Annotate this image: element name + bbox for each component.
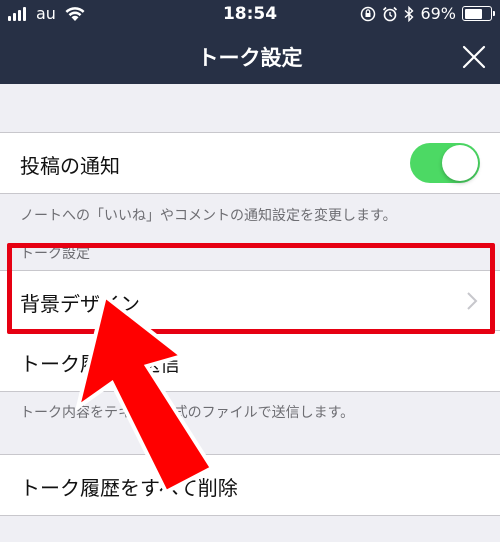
battery-percent: 69% <box>420 4 456 23</box>
divider <box>0 193 500 194</box>
send-history-row[interactable]: トーク履歴を送信 <box>0 331 500 391</box>
post-notification-toggle[interactable] <box>410 143 480 183</box>
highlight-box <box>7 243 495 334</box>
delete-history-row[interactable]: トーク履歴をすべて削除 <box>0 455 500 515</box>
bluetooth-icon <box>404 5 414 22</box>
delete-history-label: トーク履歴をすべて削除 <box>20 476 238 500</box>
toggle-knob <box>442 145 478 181</box>
post-notification-label: 投稿の通知 <box>20 154 120 178</box>
battery-icon <box>462 6 495 21</box>
post-notification-note: ノートへの「いいね」やコメントの通知設定を変更します。 <box>20 208 397 224</box>
battery-level <box>464 8 482 19</box>
send-history-label: トーク履歴を送信 <box>20 352 180 376</box>
rotation-lock-icon <box>361 6 376 21</box>
divider <box>0 391 500 392</box>
send-history-note: トーク内容をテキスト形式のファイルで送信します。 <box>20 405 355 421</box>
post-notification-row: 投稿の通知 <box>0 133 500 193</box>
alarm-icon <box>383 6 398 21</box>
status-right: 69% <box>360 4 495 23</box>
close-icon[interactable] <box>460 43 488 71</box>
status-bar: au 18:54 69% <box>0 0 500 30</box>
divider <box>0 515 500 516</box>
nav-bar: トーク設定 <box>0 30 500 84</box>
page-title: トーク設定 <box>197 46 303 70</box>
